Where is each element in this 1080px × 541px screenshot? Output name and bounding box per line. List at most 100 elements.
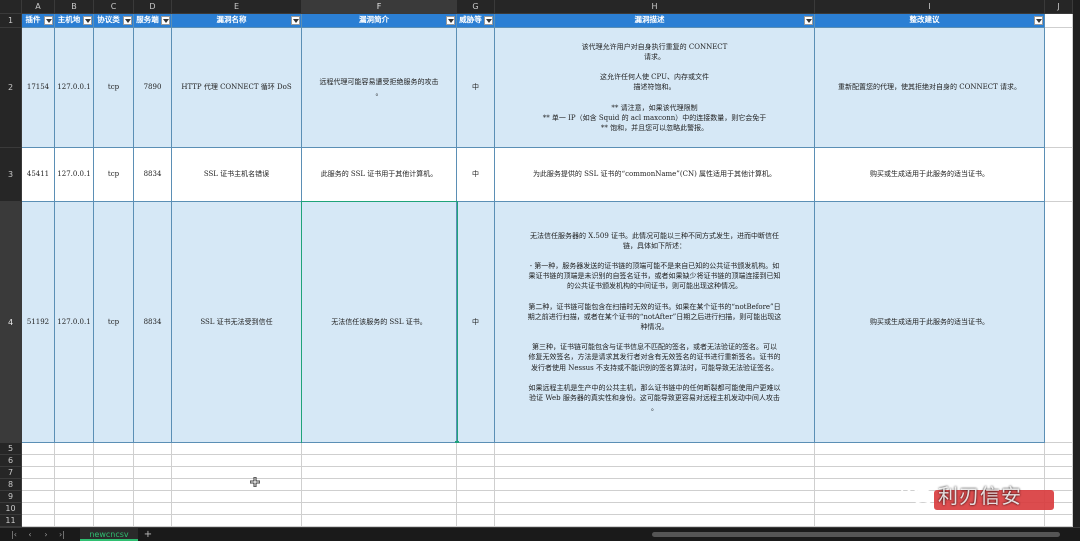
row-header-2[interactable]: 2: [0, 28, 22, 148]
empty-cell[interactable]: [134, 515, 172, 527]
row-header-4[interactable]: 4: [0, 202, 22, 443]
table-cell[interactable]: [1045, 28, 1073, 148]
empty-cell[interactable]: [172, 491, 302, 503]
row-header-1[interactable]: 1: [0, 14, 22, 28]
col-header-i[interactable]: I: [815, 0, 1045, 14]
table-cell[interactable]: 该代理允许用户对自身执行重复的 CONNECT 请求。 这允许任何人使 CPU、…: [495, 28, 815, 148]
table-cell[interactable]: 中: [457, 148, 495, 202]
empty-cell[interactable]: [302, 479, 457, 491]
table-cell[interactable]: 为此服务提供的 SSL 证书的“commonName”(CN) 属性适用于其他计…: [495, 148, 815, 202]
empty-cell[interactable]: [1045, 467, 1073, 479]
table-cell[interactable]: 远程代理可能容易遭受拒绝服务的攻击 。: [302, 28, 457, 148]
empty-cell[interactable]: [172, 479, 302, 491]
empty-cell[interactable]: [55, 479, 94, 491]
empty-cell[interactable]: [302, 491, 457, 503]
empty-cell[interactable]: [1045, 515, 1073, 527]
empty-cell[interactable]: [134, 443, 172, 455]
empty-cell[interactable]: [94, 455, 134, 467]
empty-cell[interactable]: [94, 443, 134, 455]
empty-cell[interactable]: [457, 503, 495, 515]
col-header-f[interactable]: F: [302, 0, 457, 14]
empty-cell[interactable]: [495, 503, 815, 515]
header-cell-port[interactable]: 服务端: [134, 14, 172, 28]
empty-cell[interactable]: [172, 467, 302, 479]
empty-cell[interactable]: [94, 491, 134, 503]
filter-dropdown-icon[interactable]: [804, 16, 813, 25]
empty-cell[interactable]: [172, 455, 302, 467]
table-cell[interactable]: 127.0.0.1: [55, 28, 94, 148]
table-cell[interactable]: 17154: [22, 28, 55, 148]
table-cell[interactable]: 购买或生成适用于此服务的适当证书。: [815, 202, 1045, 443]
table-cell[interactable]: 购买或生成适用于此服务的适当证书。: [815, 148, 1045, 202]
empty-cell[interactable]: [22, 467, 55, 479]
empty-cell[interactable]: [302, 515, 457, 527]
row-header-6[interactable]: 6: [0, 455, 22, 467]
empty-cell[interactable]: [94, 515, 134, 527]
sheet-tab-newcncsv[interactable]: newcncsv: [80, 528, 138, 541]
table-cell[interactable]: 45411: [22, 148, 55, 202]
empty-cell[interactable]: [55, 467, 94, 479]
filter-dropdown-icon[interactable]: [291, 16, 300, 25]
col-header-a[interactable]: A: [22, 0, 55, 14]
empty-cell[interactable]: [172, 503, 302, 515]
empty-cell[interactable]: [302, 455, 457, 467]
header-cell-vuln-desc[interactable]: 漏洞描述: [495, 14, 815, 28]
header-cell-host[interactable]: 主机地: [55, 14, 94, 28]
table-cell[interactable]: tcp: [94, 202, 134, 443]
empty-cell[interactable]: [134, 455, 172, 467]
table-cell[interactable]: 8834: [134, 202, 172, 443]
table-cell[interactable]: 无法信任服务器的 X.509 证书。此情况可能以三种不同方式发生，进而中断信任 …: [495, 202, 815, 443]
table-cell[interactable]: HTTP 代理 CONNECT 循环 DoS: [172, 28, 302, 148]
table-cell[interactable]: 中: [457, 28, 495, 148]
empty-cell[interactable]: [457, 515, 495, 527]
empty-cell[interactable]: [55, 503, 94, 515]
filter-dropdown-icon[interactable]: [123, 16, 132, 25]
empty-cell[interactable]: [22, 491, 55, 503]
row-header-11[interactable]: 11: [0, 515, 22, 527]
row-header-5[interactable]: 5: [0, 443, 22, 455]
empty-cell[interactable]: [302, 443, 457, 455]
empty-cell[interactable]: [134, 479, 172, 491]
empty-cell[interactable]: [55, 491, 94, 503]
empty-cell[interactable]: [94, 467, 134, 479]
add-sheet-icon[interactable]: +: [142, 528, 154, 541]
header-cell-vuln-brief[interactable]: 漏洞简介: [302, 14, 457, 28]
table-cell[interactable]: 127.0.0.1: [55, 202, 94, 443]
vertical-scrollbar[interactable]: [1073, 14, 1080, 527]
table-cell[interactable]: [1045, 202, 1073, 443]
table-cell[interactable]: 重新配置您的代理，使其拒绝对自身的 CONNECT 请求。: [815, 28, 1045, 148]
empty-cell[interactable]: [55, 515, 94, 527]
row-header-10[interactable]: 10: [0, 503, 22, 515]
filter-dropdown-icon[interactable]: [83, 16, 92, 25]
table-cell[interactable]: SSL 证书无法受到信任: [172, 202, 302, 443]
table-cell[interactable]: 此服务的 SSL 证书用于其他计算机。: [302, 148, 457, 202]
empty-cell[interactable]: [1045, 443, 1073, 455]
prev-sheet-icon[interactable]: ‹: [24, 528, 36, 541]
empty-cell[interactable]: [1045, 455, 1073, 467]
first-sheet-icon[interactable]: |‹: [8, 528, 20, 541]
empty-cell[interactable]: [495, 515, 815, 527]
header-cell-plugin[interactable]: 插件: [22, 14, 55, 28]
table-cell[interactable]: tcp: [94, 28, 134, 148]
empty-cell[interactable]: [495, 479, 815, 491]
col-header-g[interactable]: G: [457, 0, 495, 14]
empty-cell[interactable]: [302, 503, 457, 515]
table-cell[interactable]: 127.0.0.1: [55, 148, 94, 202]
filter-dropdown-icon[interactable]: [446, 16, 455, 25]
empty-cell[interactable]: [495, 455, 815, 467]
header-cell-protocol[interactable]: 协议类: [94, 14, 134, 28]
empty-cell[interactable]: [815, 443, 1045, 455]
empty-cell[interactable]: [134, 467, 172, 479]
select-all-corner[interactable]: [0, 0, 22, 14]
col-header-d[interactable]: D: [134, 0, 172, 14]
col-header-e[interactable]: E: [172, 0, 302, 14]
empty-cell[interactable]: [815, 515, 1045, 527]
horizontal-scrollbar[interactable]: [652, 532, 1060, 537]
filter-dropdown-icon[interactable]: [1034, 16, 1043, 25]
empty-cell[interactable]: [815, 455, 1045, 467]
header-cell-fix[interactable]: 整改建议: [815, 14, 1045, 28]
filter-dropdown-icon[interactable]: [484, 16, 493, 25]
row-header-3[interactable]: 3: [0, 148, 22, 202]
table-cell[interactable]: SSL 证书主机名错误: [172, 148, 302, 202]
table-cell[interactable]: tcp: [94, 148, 134, 202]
